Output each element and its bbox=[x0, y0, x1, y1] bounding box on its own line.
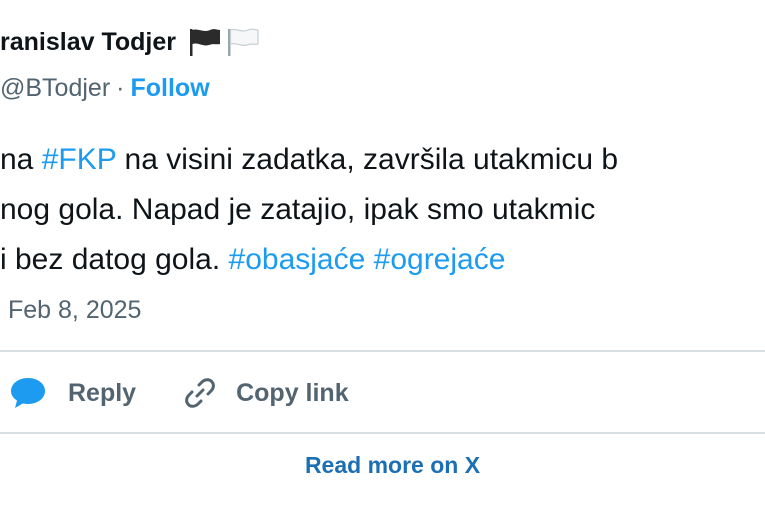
speech-bubble-icon bbox=[8, 375, 48, 411]
tweet-text: na #FKP na visini zadatka, završila utak… bbox=[0, 135, 765, 285]
tweet-text-space bbox=[365, 243, 373, 276]
separator-dot: · bbox=[116, 73, 125, 102]
reply-label: Reply bbox=[68, 378, 137, 407]
tweet-line-3: i bez datog gola. #obasjaće #ogrejaće bbox=[0, 235, 765, 285]
divider-bottom bbox=[0, 432, 765, 434]
tweet-text-segment: na visini zadatka, završila utakmicu b bbox=[116, 143, 619, 176]
white-flag-icon bbox=[226, 27, 260, 57]
tweet-text-segment: nog gola. Napad je zatajio, ipak smo uta… bbox=[0, 193, 596, 226]
copy-link-label: Copy link bbox=[236, 378, 349, 407]
tweet-line-1: na #FKP na visini zadatka, završila utak… bbox=[0, 135, 765, 185]
follow-button[interactable]: Follow bbox=[130, 74, 209, 103]
action-bar: Reply Copy link bbox=[0, 370, 349, 416]
hashtag-obasjace[interactable]: #obasjaće bbox=[229, 243, 366, 276]
reply-button[interactable]: Reply bbox=[8, 375, 136, 411]
divider-top bbox=[0, 350, 765, 352]
author-handle-row: @BTodjer · Follow bbox=[0, 70, 210, 106]
tweet-text-segment: na bbox=[0, 143, 42, 176]
author-flags bbox=[188, 27, 260, 57]
read-more-container: Read more on X bbox=[0, 445, 765, 485]
author-handle[interactable]: @BTodjer bbox=[0, 74, 110, 103]
hashtag-fkp[interactable]: #FKP bbox=[42, 143, 117, 176]
tweet-line-2: nog gola. Napad je zatajio, ipak smo uta… bbox=[0, 185, 765, 235]
hashtag-ogrejace[interactable]: #ogrejaće bbox=[374, 243, 506, 276]
link-icon bbox=[182, 375, 218, 411]
read-more-link[interactable]: Read more on X bbox=[305, 452, 480, 479]
black-flag-icon bbox=[188, 27, 222, 57]
author-name-row: ranislav Todjer bbox=[0, 22, 260, 62]
tweet-date[interactable]: Feb 8, 2025 bbox=[8, 296, 141, 325]
author-name[interactable]: ranislav Todjer bbox=[0, 28, 176, 57]
copy-link-button[interactable]: Copy link bbox=[182, 375, 349, 411]
tweet-text-segment: i bez datog gola. bbox=[0, 243, 229, 276]
